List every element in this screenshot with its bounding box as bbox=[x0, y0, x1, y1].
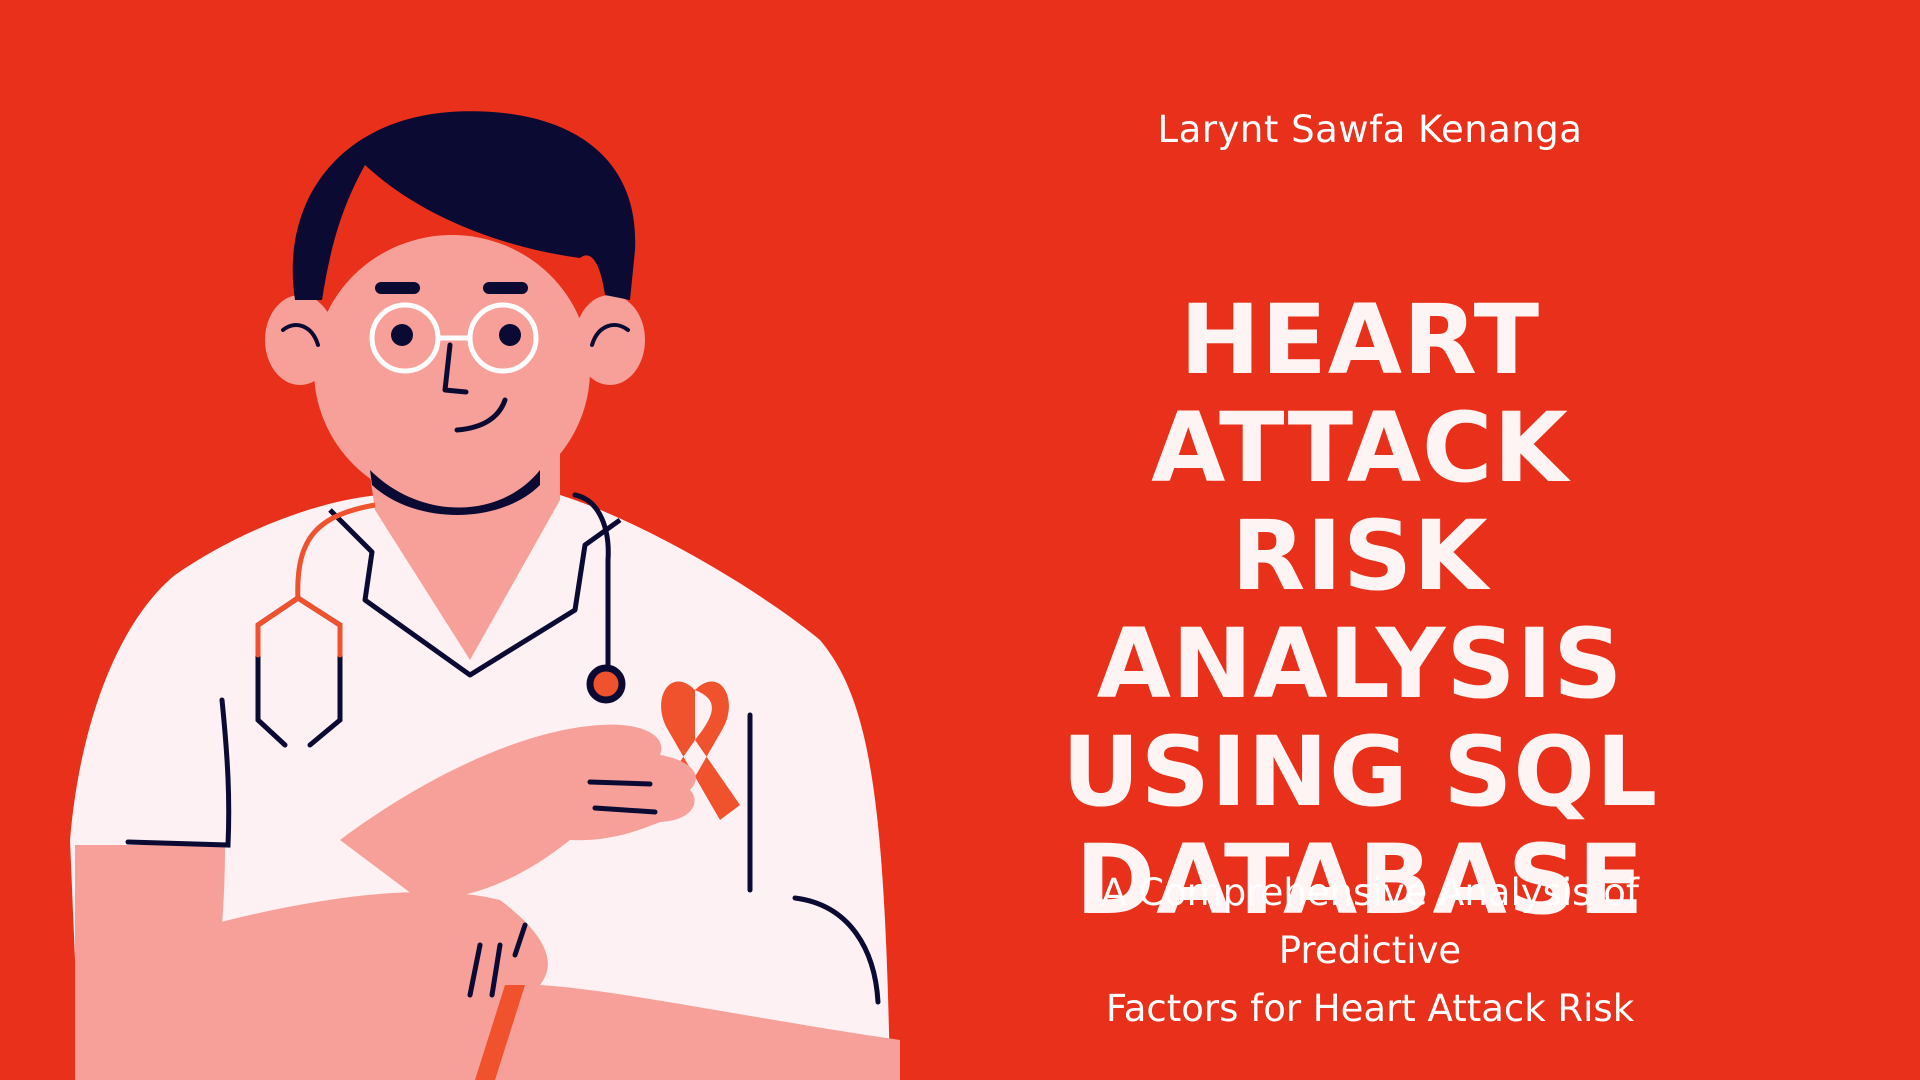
stethoscope-chestpiece bbox=[586, 664, 626, 704]
page-title: HEART ATTACK RISK ANALYSIS USING SQL DAT… bbox=[1061, 284, 1659, 936]
left-eye bbox=[391, 324, 413, 346]
author-name: Larynt Sawfa Kenanga bbox=[1157, 108, 1583, 151]
right-eye bbox=[499, 324, 521, 346]
left-eyebrow bbox=[375, 282, 420, 294]
right-eyebrow bbox=[483, 282, 528, 294]
left-ear bbox=[265, 295, 335, 385]
subtitle: A Comprehensive Analysis of Predictive F… bbox=[1101, 871, 1639, 1030]
doctor-illustration bbox=[70, 111, 900, 1080]
face bbox=[314, 235, 590, 505]
slide: Larynt Sawfa Kenanga HEART ATTACK RISK A… bbox=[0, 0, 1920, 1080]
right-ear bbox=[575, 295, 645, 385]
